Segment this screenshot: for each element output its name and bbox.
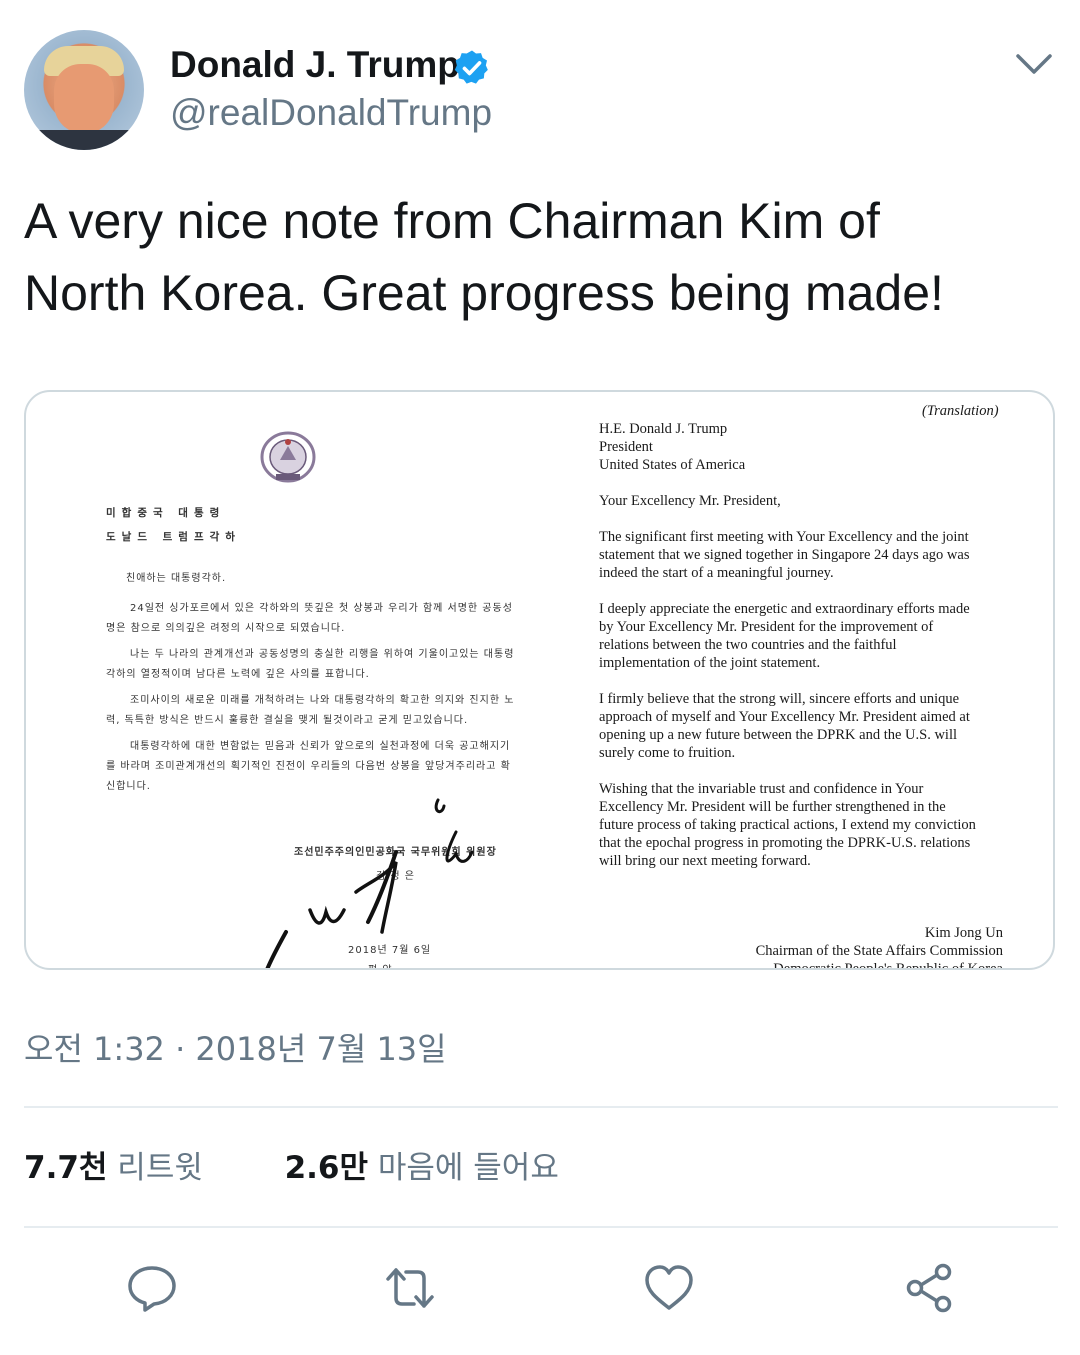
korean-paragraph-line: 명은 참으로 의의깊은 려정의 시작으로 되였습니다. (106, 623, 346, 634)
letter-paragraph-line: implementation of the joint statement. (599, 655, 821, 671)
tweet-stats: 7.7천 리트윗 2.6만 마음에 들어요 (24, 1142, 559, 1187)
likes-label: 마음에 들어요 (377, 1150, 559, 1186)
recipient-line: United States of America (599, 457, 746, 473)
tweet-text: A very nice note from Chairman Kim of No… (24, 185, 1054, 329)
korean-paragraph-line: 대통령각하에 대한 변함없는 믿음과 신뢰가 앞으로의 실천과정에 더욱 공고해… (130, 741, 511, 752)
chevron-down-icon[interactable] (1014, 52, 1054, 78)
letter-paragraph-line: I deeply appreciate the energetic and ex… (599, 601, 970, 617)
korean-paragraph-line: 력, 독특한 방식은 반드시 훌륭한 결실을 맺게 될것이라고 굳게 믿고있습니… (106, 715, 469, 726)
salutation: Your Excellency Mr. President, (599, 493, 781, 509)
korean-addressee-1: 미합중국 대통령 (106, 507, 226, 519)
heart-icon[interactable] (643, 1262, 695, 1314)
signer-country: Democratic People's Republic of Korea (773, 961, 1003, 970)
letter-paragraph-line: I firmly believe that the strong will, s… (599, 691, 960, 707)
verified-badge-icon (454, 50, 488, 84)
letter-paragraph-line: The significant first meeting with Your … (599, 529, 969, 545)
avatar[interactable] (24, 30, 144, 150)
retweets-count: 7.7천 (24, 1150, 108, 1186)
korean-paragraph-line: 각하의 열정적이며 남다른 노력에 깊은 사의를 표합니다. (106, 669, 370, 680)
korean-paragraph-line: 조미사이의 새로운 미래를 개척하려는 나와 대통령각하의 확고한 의지와 진지… (130, 695, 515, 706)
likes-count: 2.6만 (284, 1150, 369, 1186)
tweet-text-line: A very nice note from Chairman Kim of (24, 193, 880, 249)
letter-paragraph-line: relations between the two countries and … (599, 637, 897, 653)
handwritten-signature (265, 798, 474, 968)
letter-paragraph-line: that the epochal progress in promoting t… (599, 835, 971, 851)
letter-paragraph-line: by Your Excellency Mr. President for the… (599, 619, 934, 635)
korean-paragraph-line: 를 바라며 조미관계개선의 획기적인 진전이 우리들의 다음번 상봉을 앞당겨주… (106, 761, 511, 772)
letter-paragraph-line: future process of taking practical actio… (599, 817, 976, 833)
retweets-label: 리트윗 (117, 1150, 203, 1186)
korean-greeting: 친애하는 대통령각하. (126, 573, 227, 584)
korean-paragraph-line: 나는 두 나라의 관계개선과 공동성명의 충실한 리행을 위하여 기울이고있는 … (130, 649, 515, 660)
likes-stat[interactable]: 2.6만 마음에 들어요 (285, 1150, 559, 1186)
reply-icon[interactable] (126, 1262, 178, 1314)
recipient-line: H.E. Donald J. Trump (599, 421, 728, 437)
recipient-line: President (599, 439, 653, 455)
letter-paragraph-line: surely come to fruition. (599, 745, 736, 761)
english-letter: (Translation) H.E. Donald J. Trump Presi… (586, 392, 1053, 970)
tweet-media-image[interactable]: 미합중국 대통령 도날드 트럼프각하 친애하는 대통령각하. 24일전 싱가포르… (24, 390, 1055, 970)
display-name[interactable]: Donald J. Trump (170, 44, 460, 86)
divider (24, 1226, 1058, 1228)
dprk-emblem-icon (260, 431, 316, 483)
share-icon[interactable] (903, 1262, 955, 1314)
translation-label: (Translation) (922, 403, 999, 419)
tweet-timestamp[interactable]: 오전 1:32 · 2018년 7월 13일 (24, 1024, 447, 1070)
korean-paragraph-line: 신합니다. (106, 781, 151, 792)
letter-paragraph-line: approach of myself and Your Excellency M… (599, 709, 970, 725)
letter-paragraph-line: indeed the start of a meaningful journey… (599, 565, 834, 581)
avatar-face (54, 64, 114, 134)
tweet-text-line: North Korea. Great progress being made! (24, 265, 944, 321)
letter-paragraph-line: opening up a new future between the DPRK… (599, 727, 957, 743)
letter-paragraph-line: statement that we signed together in Sin… (599, 547, 970, 563)
letter-paragraph-line: Wishing that the invariable trust and co… (599, 781, 924, 797)
avatar-suit (24, 130, 144, 150)
letter-paragraph-line: will bring our next meeting forward. (599, 853, 811, 869)
korean-addressee-2: 도날드 트럼프각하 (106, 531, 241, 543)
retweets-stat[interactable]: 7.7천 리트윗 (24, 1150, 213, 1186)
signer-name: Kim Jong Un (924, 925, 1003, 941)
divider (24, 1106, 1058, 1108)
signer-title: Chairman of the State Affairs Commission (755, 943, 1003, 959)
user-handle[interactable]: @realDonaldTrump (170, 92, 492, 134)
letter-paragraph-line: Excellency Mr. President will be further… (599, 799, 946, 815)
retweet-icon[interactable] (384, 1262, 436, 1314)
korean-letter: 미합중국 대통령 도날드 트럼프각하 친애하는 대통령각하. 24일전 싱가포르… (26, 392, 571, 968)
korean-paragraph-line: 24일전 싱가포르에서 있은 각하와의 뜻깊은 첫 상봉과 우리가 함께 서명한… (130, 603, 513, 614)
